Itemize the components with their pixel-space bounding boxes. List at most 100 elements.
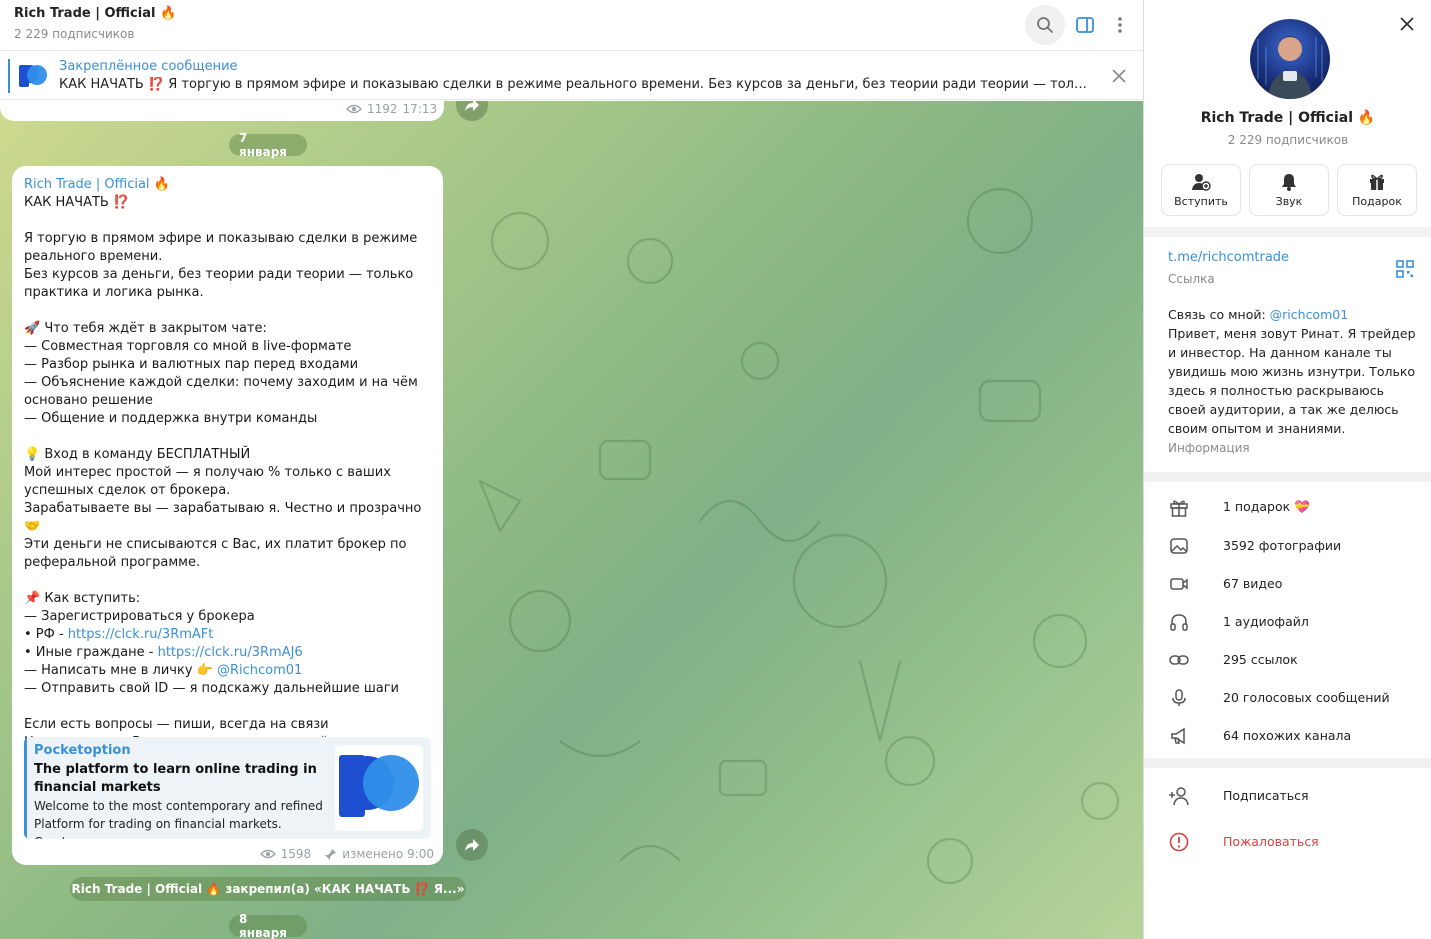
other-prefix: • Иные граждане - (24, 645, 158, 660)
message-edited: изменено 9:00 (342, 847, 434, 861)
info-subscribers: 2 229 подписчиков (1227, 133, 1349, 147)
report-label: Пожаловаться (1223, 833, 1319, 849)
add-user-icon (1169, 787, 1189, 806)
pinned-text: КАК НАЧАТЬ ⁉️ Я торгую в прямом эфире и … (59, 77, 1089, 92)
date-separator: 7 января (229, 131, 307, 159)
preview-image (335, 745, 423, 831)
bell-icon (1282, 173, 1296, 191)
gift-icon (1370, 174, 1384, 190)
dm-prefix: — Написать мне в личку 👉 (24, 663, 217, 678)
rf-link[interactable]: https://clck.ru/3RmAFt (68, 627, 214, 642)
channel-title[interactable]: Rich Trade | Official 🔥 (14, 6, 176, 21)
search-button[interactable] (1025, 5, 1065, 45)
link-icon (1169, 655, 1189, 665)
chat-area: Rich Trade | Official 🔥 2 229 подписчико… (0, 0, 1143, 939)
media-row-audio[interactable]: 1 аудиофайл (1144, 602, 1431, 640)
pocketoption-logo-icon (19, 65, 47, 87)
pinned-indicator (8, 59, 10, 93)
dm-link[interactable]: @Richcom01 (217, 663, 302, 678)
close-icon[interactable] (1109, 66, 1129, 86)
about-handle-link[interactable]: @richcom01 (1270, 307, 1349, 322)
media-label: 1 подарок 💝 (1223, 499, 1310, 514)
description-label: Информация (1168, 441, 1250, 455)
add-user-icon (1192, 173, 1211, 191)
other-link[interactable]: https://clck.ru/3RmAJ6 (158, 645, 303, 660)
pinned-service-message[interactable]: Rich Trade | Official 🔥 закрепил(а) «КАК… (70, 877, 466, 901)
pinned-title: Закреплённое сообщение (59, 59, 238, 74)
close-icon[interactable] (1397, 14, 1417, 34)
qr-code-icon[interactable] (1396, 260, 1414, 278)
sound-button[interactable]: Звук (1249, 164, 1329, 216)
about-prefix: Связь со мной: (1168, 307, 1270, 322)
warning-icon (1169, 832, 1189, 852)
eye-icon (259, 849, 276, 859)
channel-subscribers: 2 229 подписчиков (14, 27, 135, 41)
channel-link-label: Ссылка (1168, 272, 1215, 286)
chat-header: Rich Trade | Official 🔥 2 229 подписчико… (0, 0, 1143, 51)
media-label: 64 похожих канала (1223, 727, 1352, 743)
gift-button[interactable]: Подарок (1337, 164, 1417, 216)
subscribe-label: Подписаться (1223, 787, 1309, 803)
more-button[interactable] (1100, 5, 1140, 45)
toggle-info-panel-button[interactable] (1065, 5, 1105, 45)
message-author[interactable]: Rich Trade | Official 🔥 (24, 176, 431, 194)
eye-icon (346, 104, 362, 114)
headphones-icon (1170, 614, 1188, 631)
link-preview[interactable]: Pocketoption The platform to learn onlin… (24, 737, 431, 839)
avatar[interactable] (1250, 19, 1330, 99)
section-divider (1144, 472, 1431, 482)
section-divider (1144, 227, 1431, 237)
report-button[interactable]: Пожаловаться (1144, 822, 1431, 860)
media-row-videos[interactable]: 67 видео (1144, 564, 1431, 602)
message-list[interactable]: 1192 17:13 7 января Rich Trade | Officia… (0, 101, 1143, 939)
previous-views: 1192 (367, 102, 398, 116)
more-vertical-icon (1118, 17, 1122, 33)
subscribe-button[interactable]: Подписаться (1144, 776, 1431, 814)
previous-message: 1192 17:13 (0, 101, 444, 121)
message-text: КАК НАЧАТЬ ⁉️ Я торгую в прямом эфире и … (24, 194, 436, 752)
media-label: 3592 фотографии (1223, 537, 1342, 553)
microphone-icon (1172, 689, 1186, 706)
media-row-voice[interactable]: 20 голосовых сообщений (1144, 678, 1431, 716)
gift-icon (1170, 500, 1188, 517)
preview-title: The platform to learn online trading in … (34, 762, 317, 795)
media-row-similar[interactable]: 64 похожих канала (1144, 716, 1431, 754)
media-label: 67 видео (1223, 575, 1283, 591)
avatar-image (1257, 36, 1323, 99)
pocketoption-logo-icon (339, 755, 419, 817)
media-row-links[interactable]: 295 ссылок (1144, 640, 1431, 678)
date-separator: 8 января (229, 912, 307, 939)
pin-icon (325, 848, 337, 860)
info-channel-name: Rich Trade | Official 🔥 (1200, 110, 1376, 126)
photo-icon (1170, 538, 1188, 554)
message-bubble[interactable]: Rich Trade | Official 🔥 КАК НАЧАТЬ ⁉️ Я … (12, 166, 443, 865)
media-row-photos[interactable]: 3592 фотографии (1144, 526, 1431, 564)
sound-label: Звук (1275, 194, 1303, 208)
share-icon (465, 839, 479, 851)
preview-description: Welcome to the most contemporary and ref… (34, 799, 323, 839)
forward-button[interactable] (456, 829, 488, 861)
share-icon (465, 101, 479, 111)
media-label: 1 аудиофайл (1223, 613, 1309, 629)
rf-prefix: • РФ - (24, 627, 68, 642)
previous-time: 17:13 (402, 102, 438, 116)
message-views: 1598 (280, 847, 312, 861)
channel-description: Связь со мной: @richcom01 Привет, меня зо… (1168, 305, 1418, 438)
media-label: 20 голосовых сообщений (1223, 689, 1390, 705)
channel-link[interactable]: t.me/richcomtrade (1168, 250, 1289, 265)
megaphone-icon (1171, 727, 1185, 745)
channel-info-panel: Rich Trade | Official 🔥 2 229 подписчико… (1143, 0, 1431, 939)
pinned-message-bar[interactable]: Закреплённое сообщение КАК НАЧАТЬ ⁉️ Я т… (0, 52, 1143, 100)
gift-label: Подарок (1352, 194, 1402, 208)
about-text: Привет, меня зовут Ринат. Я трейдер и ин… (1168, 326, 1416, 436)
video-icon (1170, 578, 1188, 590)
join-label: Вступить (1174, 194, 1228, 208)
message-meta: 1598 изменено 9:00 (259, 847, 434, 861)
preview-site: Pocketoption (34, 743, 131, 758)
section-divider (1144, 758, 1431, 768)
join-button[interactable]: Вступить (1161, 164, 1241, 216)
media-row-gifts[interactable]: 1 подарок 💝 (1144, 488, 1431, 526)
message-body: КАК НАЧАТЬ ⁉️ Я торгую в прямом эфире и … (24, 195, 422, 624)
media-label: 295 ссылок (1223, 651, 1298, 667)
sidebar-icon (1076, 17, 1094, 33)
